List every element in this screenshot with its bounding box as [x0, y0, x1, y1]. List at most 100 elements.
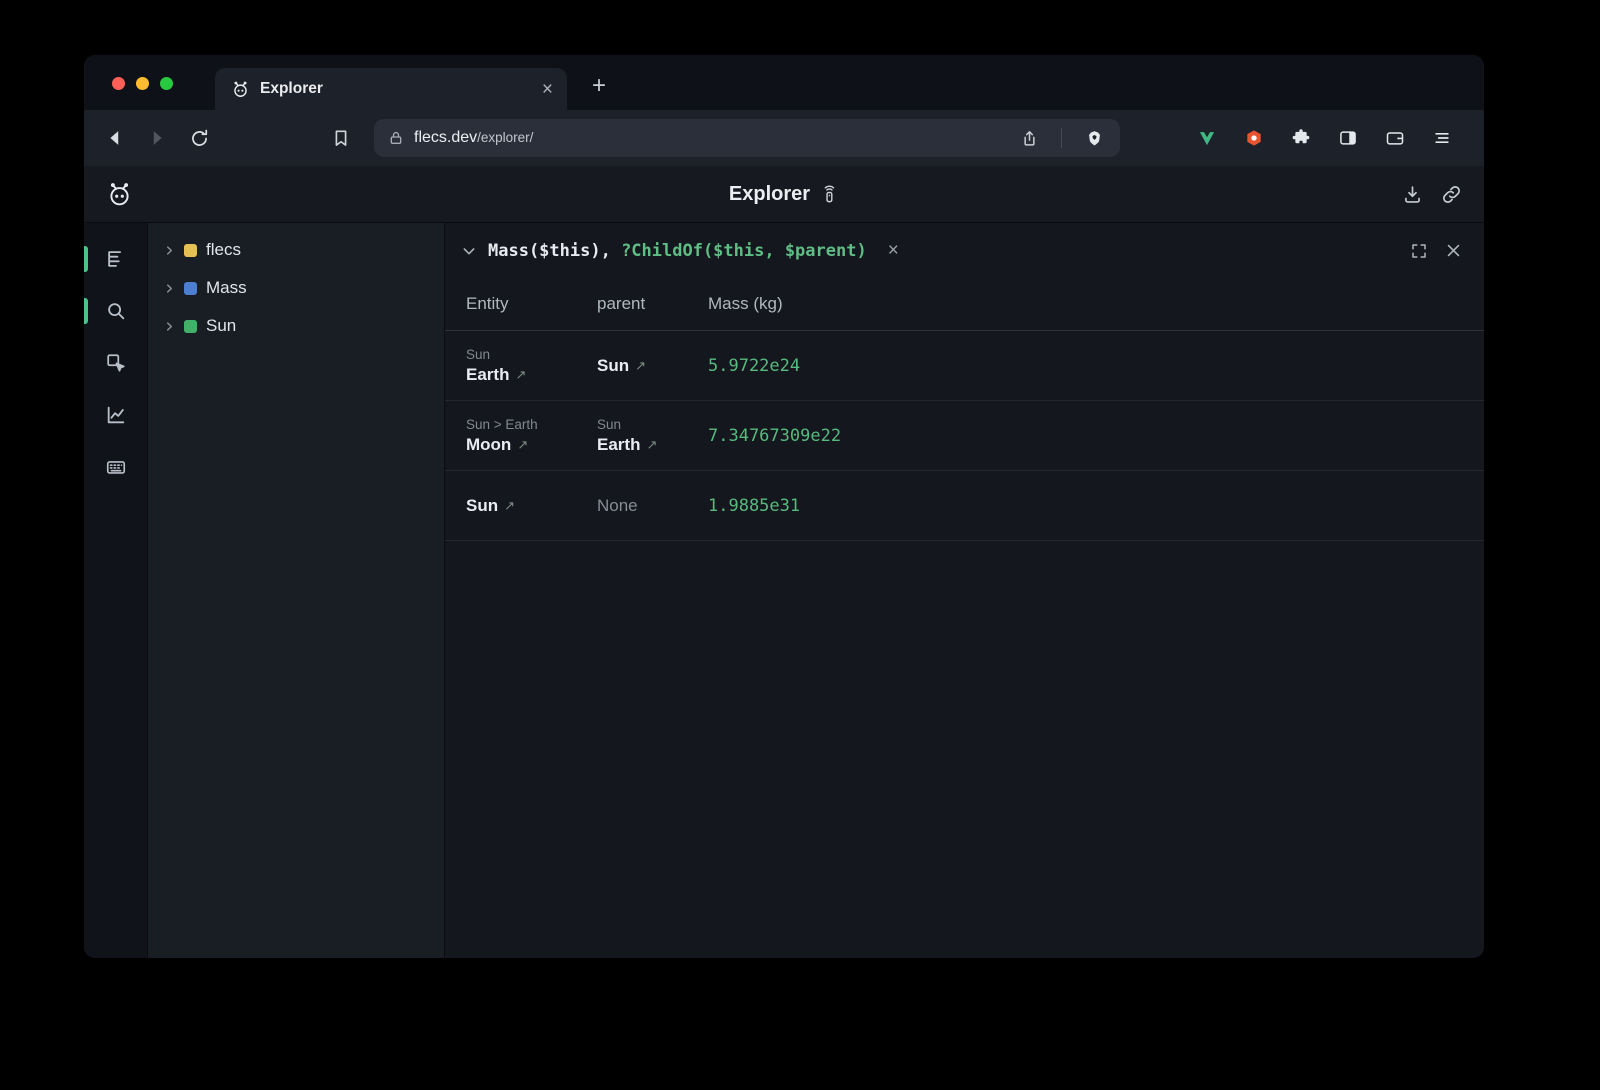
- table-row: Sun > Earth Moon ↗ Sun Earth ↗ 7.34767309e…: [445, 401, 1484, 471]
- chevron-right-icon[interactable]: [164, 283, 175, 294]
- parent-cell: Sun Earth ↗: [597, 407, 708, 465]
- open-link-icon: ↗: [515, 367, 526, 383]
- entity-color-swatch: [184, 320, 197, 333]
- parent-cell: Sun ↗: [597, 346, 708, 386]
- tab-explorer[interactable]: Explorer ×: [215, 68, 567, 110]
- open-link-icon: ↗: [517, 437, 528, 453]
- entity-link[interactable]: Sun↗: [466, 496, 591, 516]
- query-text-plain: Mass($this),: [488, 241, 621, 261]
- entity-link[interactable]: Moon ↗: [466, 435, 591, 455]
- vue-devtools-icon[interactable]: [1190, 121, 1224, 155]
- forward-button[interactable]: [140, 121, 174, 155]
- screenshot-stage: Explorer × +: [0, 0, 1600, 1090]
- entity-link[interactable]: Earth ↗: [466, 365, 591, 385]
- query-panel: Mass($this), ?ChildOf($this, $parent) ×: [445, 223, 1484, 958]
- tab-close-icon[interactable]: ×: [542, 80, 553, 99]
- parent-name: Earth: [597, 435, 640, 455]
- parent-path: Sun: [597, 417, 702, 432]
- parent-none: None: [597, 496, 702, 516]
- entity-path: Sun: [466, 347, 591, 362]
- column-header-parent: parent: [597, 294, 708, 314]
- entity-path: Sun > Earth: [466, 417, 591, 432]
- mass-value: 5.9722e24: [708, 356, 1478, 376]
- entity-cell: Sun > Earth Moon ↗: [466, 407, 597, 465]
- open-link-icon: ↗: [635, 358, 646, 374]
- entity-tree-panel: flecs Mass Sun: [148, 223, 445, 958]
- url-bar[interactable]: flecs.dev/explorer/: [374, 119, 1120, 157]
- url-domain: flecs.dev: [414, 129, 477, 146]
- share-link-button[interactable]: [1441, 184, 1462, 205]
- entity-link[interactable]: Sun ↗: [597, 356, 702, 376]
- page-title: Explorer: [729, 183, 810, 206]
- extensions-puzzle-icon[interactable]: [1284, 121, 1318, 155]
- reload-button[interactable]: [182, 121, 216, 155]
- query-input[interactable]: Mass($this), ?ChildOf($this, $parent): [488, 241, 867, 261]
- tree-item-label: Sun: [206, 316, 236, 336]
- hexagon-extension-icon[interactable]: [1237, 121, 1271, 155]
- component-color-swatch: [184, 282, 197, 295]
- entity-link[interactable]: Earth ↗: [597, 435, 702, 455]
- inspect-cursor-icon: [105, 352, 127, 374]
- search-icon: [105, 300, 127, 322]
- minimize-window-button[interactable]: [136, 77, 149, 90]
- toolbar-divider: [1061, 128, 1062, 148]
- query-clear-icon[interactable]: ×: [888, 241, 899, 260]
- result-table-header: Entity parent Mass (kg): [445, 278, 1484, 331]
- back-button[interactable]: [98, 121, 132, 155]
- entity-cell: Sun Earth ↗: [466, 337, 597, 395]
- sidebar-toggle-icon[interactable]: [1331, 121, 1365, 155]
- rail-inspect-button[interactable]: [84, 337, 148, 389]
- download-button[interactable]: [1402, 184, 1423, 205]
- app-content: flecs Mass Sun: [84, 223, 1484, 958]
- entity-name: Earth: [466, 365, 509, 385]
- rail-query-button[interactable]: [84, 285, 148, 337]
- mass-value: 1.9885e31: [708, 496, 1478, 516]
- chevron-down-icon[interactable]: [461, 243, 477, 259]
- bookmark-icon[interactable]: [324, 121, 358, 155]
- rail-stats-button[interactable]: [84, 389, 148, 441]
- keyboard-icon: [105, 456, 127, 478]
- rail-commands-button[interactable]: [84, 441, 148, 493]
- mass-value: 7.34767309e22: [708, 426, 1478, 446]
- chevron-right-icon[interactable]: [164, 321, 175, 332]
- fullscreen-icon[interactable]: [1410, 242, 1428, 260]
- open-link-icon: ↗: [646, 437, 657, 453]
- active-indicator: [84, 246, 88, 272]
- share-icon[interactable]: [1015, 124, 1043, 152]
- menu-icon[interactable]: [1425, 121, 1459, 155]
- entity-name: Moon: [466, 435, 511, 455]
- column-header-mass: Mass (kg): [708, 294, 1484, 314]
- line-chart-icon: [105, 404, 127, 426]
- url-text: flecs.dev/explorer/: [414, 129, 533, 147]
- new-tab-button[interactable]: +: [585, 72, 613, 100]
- tree-item-flecs[interactable]: flecs: [148, 231, 444, 269]
- browser-window: Explorer × +: [84, 55, 1484, 958]
- close-panel-icon[interactable]: [1445, 242, 1462, 259]
- brave-shield-icon[interactable]: [1080, 124, 1108, 152]
- parent-cell: None: [597, 486, 708, 526]
- flecs-logo-icon: [106, 181, 133, 208]
- flecs-favicon-icon: [231, 80, 250, 99]
- wallet-icon[interactable]: [1378, 121, 1412, 155]
- entity-cell: Sun↗: [466, 486, 597, 526]
- tree-item-label: Mass: [206, 278, 247, 298]
- query-text-highlight: ?ChildOf($this, $parent): [621, 241, 867, 261]
- tree-item-sun[interactable]: Sun: [148, 307, 444, 345]
- column-header-entity: Entity: [466, 294, 597, 314]
- tree-item-label: flecs: [206, 240, 241, 260]
- rail-entity-tree-button[interactable]: [84, 233, 148, 285]
- table-row: Sun Earth ↗ Sun ↗ 5.9722e24: [445, 331, 1484, 401]
- close-window-button[interactable]: [112, 77, 125, 90]
- mass-cell: 1.9885e31: [708, 486, 1484, 526]
- open-link-icon: ↗: [504, 498, 515, 514]
- chevron-right-icon[interactable]: [164, 245, 175, 256]
- app-header: Explorer: [84, 166, 1484, 223]
- zoom-window-button[interactable]: [160, 77, 173, 90]
- active-indicator: [84, 298, 88, 324]
- parent-name: Sun: [597, 356, 629, 376]
- mass-cell: 7.34767309e22: [708, 416, 1484, 456]
- entity-tree-icon: [105, 248, 127, 270]
- remote-icon: [820, 185, 839, 204]
- tree-item-mass[interactable]: Mass: [148, 269, 444, 307]
- mass-cell: 5.9722e24: [708, 346, 1484, 386]
